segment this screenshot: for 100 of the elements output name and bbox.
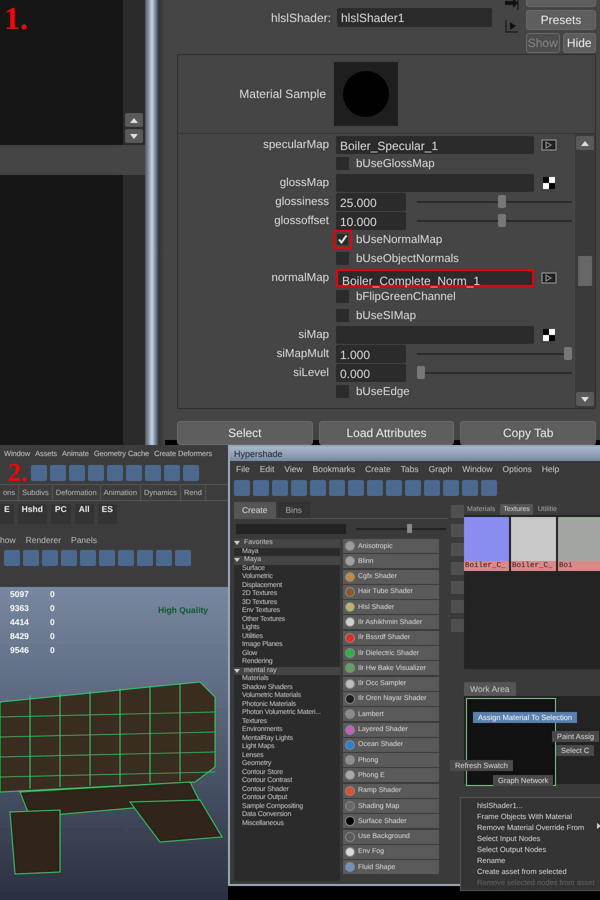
menu-item[interactable]: Help <box>542 464 560 474</box>
map-field[interactable] <box>336 174 534 192</box>
toolbar-icon[interactable] <box>272 480 288 496</box>
scroll-down-icon[interactable] <box>576 392 594 406</box>
toolbar-icon[interactable] <box>443 480 459 496</box>
filter-field[interactable] <box>236 524 346 534</box>
menu-item[interactable]: Tabs <box>400 464 419 474</box>
layout-icon[interactable] <box>451 524 465 537</box>
toolbar-icon[interactable] <box>137 550 153 566</box>
number-field[interactable]: 25.000 <box>336 192 406 210</box>
checker-icon[interactable] <box>543 176 555 188</box>
scroll-up-icon[interactable] <box>576 136 594 150</box>
toolbar-icon[interactable] <box>99 550 115 566</box>
connection-icon[interactable] <box>541 138 557 150</box>
menu-item[interactable]: Renderer <box>26 535 62 545</box>
slider-thumb[interactable] <box>564 346 572 360</box>
toolbar-icon[interactable] <box>126 465 142 481</box>
scroll-down-icon[interactable] <box>125 129 143 143</box>
menu-item[interactable]: File <box>236 464 250 474</box>
shader-name-field[interactable]: hlslShader1 <box>337 8 492 27</box>
checkbox[interactable] <box>336 157 349 170</box>
expanded-icon[interactable] <box>234 540 240 546</box>
toolbar-icon[interactable] <box>424 480 440 496</box>
menu-item[interactable]: how <box>0 535 16 545</box>
map-field[interactable] <box>336 326 534 344</box>
toolbar-icon[interactable] <box>175 550 191 566</box>
tab[interactable]: Create <box>234 502 276 518</box>
slider-thumb[interactable] <box>498 194 506 208</box>
checkbox[interactable] <box>336 385 349 398</box>
shelf-button[interactable]: E <box>0 504 14 524</box>
number-field[interactable]: 0.000 <box>336 364 406 382</box>
toolbar-icon[interactable] <box>50 465 66 481</box>
input-connection-icon[interactable] <box>504 0 520 11</box>
toolbar-icon[interactable] <box>88 465 104 481</box>
tab[interactable]: Work Area <box>464 682 516 696</box>
toolbar-icon[interactable] <box>106 465 122 481</box>
menu-item[interactable]: Edit <box>260 464 274 474</box>
menu-item[interactable]: Panels <box>71 535 98 545</box>
texture-thumbnail[interactable] <box>558 517 600 561</box>
toolbar-icon[interactable] <box>68 465 84 481</box>
menu-item[interactable]: Window <box>462 464 492 474</box>
scroll-up-icon[interactable] <box>125 113 143 127</box>
shelf-button[interactable]: Hshd <box>18 504 47 524</box>
menu-item[interactable]: Graph <box>428 464 452 474</box>
shelf-button[interactable]: PC <box>50 504 71 524</box>
toolbar-icon[interactable] <box>182 465 198 481</box>
number-field[interactable]: 1.000 <box>336 344 406 362</box>
map-field[interactable]: Boiler_Specular_1 <box>336 136 534 154</box>
toolbar-icon[interactable] <box>4 550 20 566</box>
splitter-bar[interactable] <box>145 0 165 445</box>
expanded-icon[interactable] <box>234 668 240 674</box>
menu-item[interactable]: Bookmarks <box>312 464 356 474</box>
texture-thumbnail[interactable] <box>511 517 556 561</box>
toolbar-icon[interactable] <box>348 480 364 496</box>
output-connection-icon[interactable] <box>504 19 520 33</box>
toolbar-icon[interactable] <box>462 480 478 496</box>
toolbar-icon[interactable] <box>144 465 160 481</box>
menu-item[interactable]: Options <box>502 464 532 474</box>
toolbar-icon[interactable] <box>310 480 326 496</box>
toolbar-icon[interactable] <box>329 480 345 496</box>
toolbar-icon[interactable] <box>30 465 46 481</box>
shelf-button[interactable]: All <box>74 504 94 524</box>
tab[interactable]: Bins <box>278 502 310 518</box>
menu-item[interactable]: View <box>284 464 303 474</box>
checkbox[interactable] <box>333 230 352 249</box>
slider-thumb[interactable] <box>417 366 425 378</box>
menu-item[interactable]: Create <box>365 464 391 474</box>
toolbar-icon[interactable] <box>164 465 180 481</box>
toolbar-icon[interactable] <box>156 550 172 566</box>
action-button[interactable]: Load Attributes <box>318 421 454 445</box>
connection-icon[interactable] <box>541 272 557 284</box>
toolbar-icon[interactable] <box>386 480 402 496</box>
number-field[interactable]: 10.000 <box>336 212 406 230</box>
action-button[interactable]: Copy Tab <box>460 421 596 445</box>
checkbox[interactable] <box>336 290 349 303</box>
expanded-icon[interactable] <box>234 557 240 564</box>
scrollbar-thumb[interactable] <box>578 256 592 286</box>
toggle-button[interactable]: Hide <box>562 33 596 53</box>
toolbar-icon[interactable] <box>42 550 58 566</box>
texture-thumbnail[interactable] <box>464 517 509 561</box>
map-field[interactable]: Boiler_Complete_Norm_1 <box>336 268 534 286</box>
shelf-button[interactable]: ES <box>98 504 117 524</box>
toolbar-icon[interactable] <box>291 480 307 496</box>
toolbar-icon[interactable] <box>118 550 134 566</box>
layout-icon[interactable] <box>451 543 465 556</box>
slider-thumb[interactable] <box>407 524 412 533</box>
toolbar-icon[interactable] <box>367 480 383 496</box>
slider-thumb[interactable] <box>498 214 506 226</box>
toolbar-icon[interactable] <box>405 480 421 496</box>
toolbar-icon[interactable] <box>253 480 269 496</box>
toolbar-icon[interactable] <box>61 550 77 566</box>
toolbar-icon[interactable] <box>481 480 497 496</box>
toolbar-icon[interactable] <box>234 480 250 496</box>
checker-icon[interactable] <box>543 328 555 340</box>
toolbar-icon[interactable] <box>80 550 96 566</box>
presets-button[interactable]: Presets <box>526 10 596 30</box>
checkbox[interactable] <box>336 309 349 322</box>
action-button[interactable]: Select <box>177 421 313 445</box>
toolbar-icon[interactable] <box>23 550 39 566</box>
checkbox[interactable] <box>336 252 349 265</box>
